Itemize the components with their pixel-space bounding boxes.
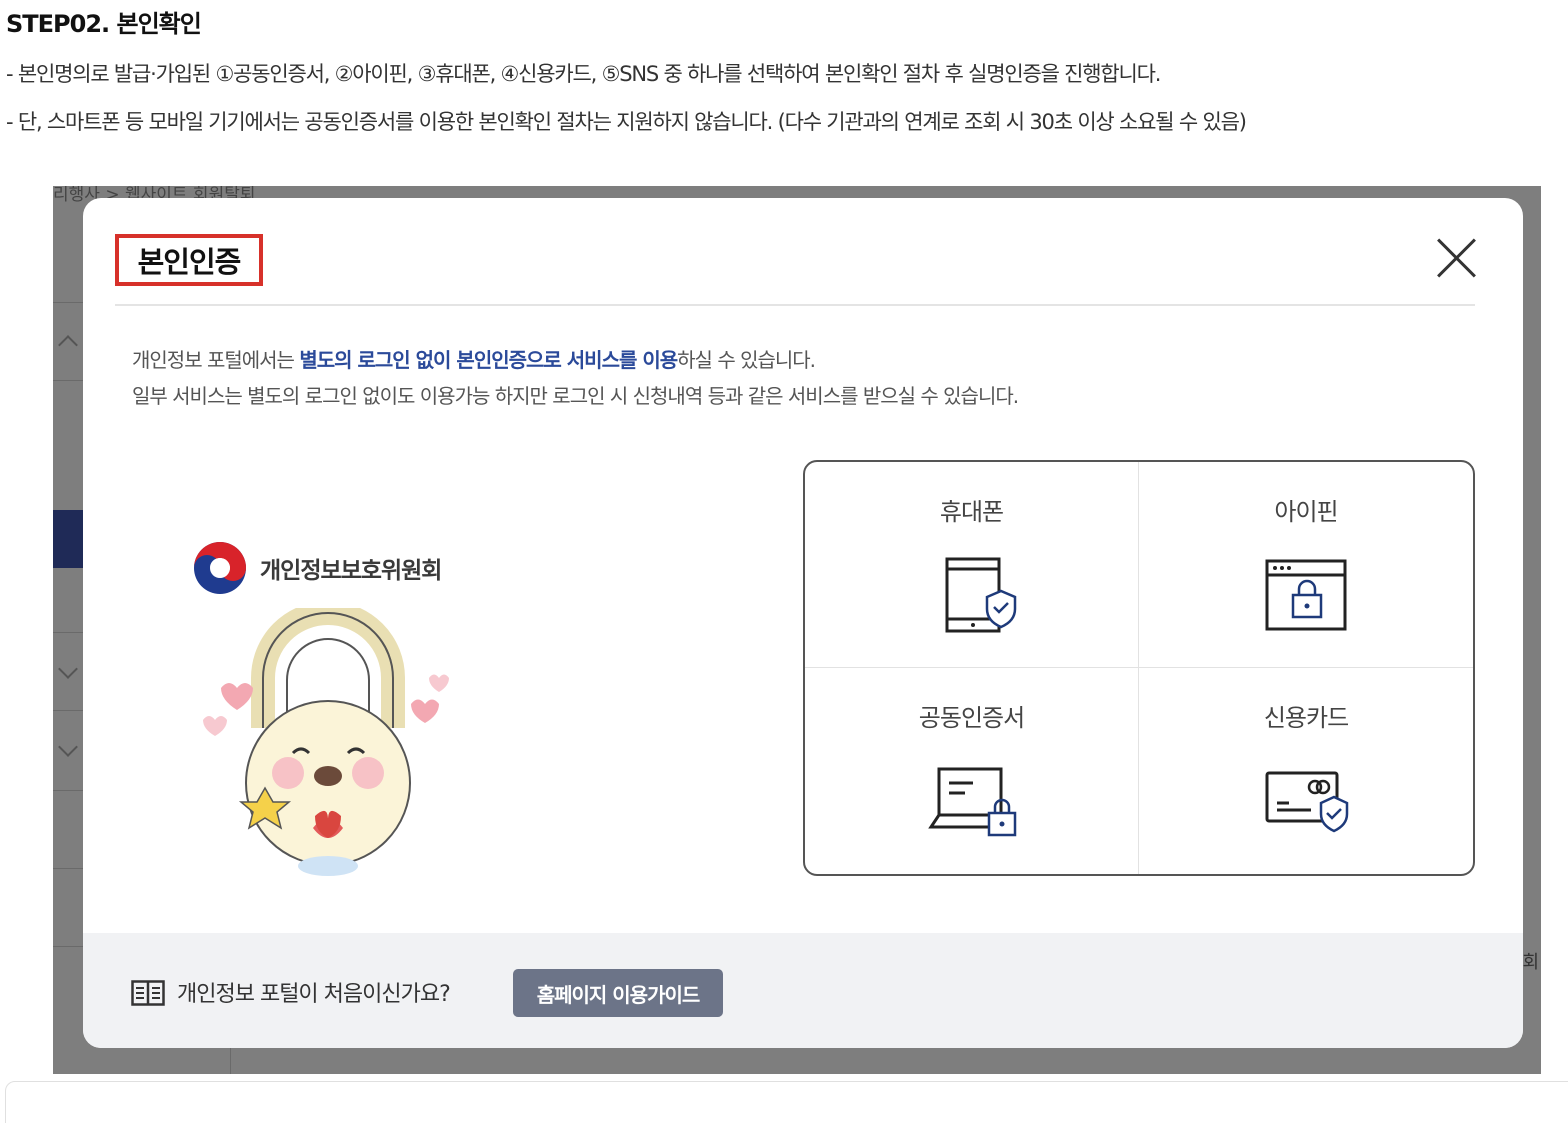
sidebar-divider bbox=[53, 710, 83, 711]
auth-options-grid: 휴대폰 아이핀 공동인증서 신용카드 bbox=[803, 460, 1475, 876]
chevron-up-icon[interactable] bbox=[58, 335, 78, 355]
modal-title: 본인인증 bbox=[137, 245, 242, 279]
close-icon[interactable] bbox=[1435, 236, 1479, 280]
logo-text: 개인정보보호위원회 bbox=[260, 558, 442, 584]
auth-modal: 본인인증 개인정보 포털에서는 별도의 로그인 없이 본인인증으로 서비스를 이… bbox=[83, 198, 1523, 1048]
step-description-1: - 본인명의로 발급·가입된 ①공동인증서, ②아이핀, ③휴대폰, ④신용카드… bbox=[6, 62, 1161, 86]
intro-line-1: 개인정보 포털에서는 별도의 로그인 없이 본인인증으로 서비스를 이용하실 수… bbox=[132, 344, 816, 373]
option-ipin[interactable]: 아이핀 bbox=[1139, 462, 1473, 668]
card-shield-icon bbox=[1265, 771, 1349, 833]
option-credit-card[interactable]: 신용카드 bbox=[1139, 668, 1473, 874]
screenshot-frame: 리행사 > 웹사이트 회원탈퇴 |회 본인인증 개인정보 포털에서는 별도의 로… bbox=[53, 186, 1541, 1074]
chevron-down-icon[interactable] bbox=[58, 737, 78, 757]
homepage-guide-button[interactable]: 홈페이지 이용가이드 bbox=[513, 969, 723, 1017]
option-label: 공동인증서 bbox=[918, 704, 1025, 732]
option-mobile[interactable]: 휴대폰 bbox=[805, 462, 1139, 668]
sidebar-active-item[interactable] bbox=[53, 510, 83, 568]
option-label: 아이핀 bbox=[1274, 498, 1338, 526]
lock-mascot-illustration bbox=[203, 608, 449, 876]
background-divider bbox=[230, 1046, 231, 1074]
book-icon bbox=[131, 980, 165, 1006]
intro-highlight: 별도의 로그인 없이 본인인증으로 서비스를 이용 bbox=[299, 348, 678, 372]
intro-line-2: 일부 서비스는 별도의 로그인 없이도 이용가능 하지만 로그인 시 신청내역 … bbox=[132, 384, 1019, 408]
sidebar-divider bbox=[53, 380, 83, 381]
step-title: STEP02. 본인확인 bbox=[6, 10, 202, 38]
sidebar-divider bbox=[53, 868, 83, 869]
intro-text: 개인정보 포털에서는 bbox=[132, 348, 300, 372]
pipc-logo: 개인정보보호위원회 bbox=[192, 540, 442, 596]
mobile-shield-icon bbox=[945, 557, 1016, 633]
chevron-down-icon[interactable] bbox=[58, 659, 78, 679]
sidebar-divider bbox=[53, 632, 83, 633]
modal-divider bbox=[115, 304, 1475, 306]
option-certificate[interactable]: 공동인증서 bbox=[805, 668, 1139, 874]
modal-footer: 개인정보 포털이 처음이신가요? 홈페이지 이용가이드 bbox=[83, 933, 1523, 1048]
bottom-content-box bbox=[5, 1081, 1568, 1123]
browser-lock-icon bbox=[1265, 559, 1347, 631]
sidebar-divider bbox=[53, 946, 83, 947]
first-visit-question: 개인정보 포털이 처음이신가요? bbox=[177, 982, 451, 1007]
sidebar-divider bbox=[53, 790, 83, 791]
taegeuk-logo-icon bbox=[194, 542, 246, 594]
laptop-lock-icon bbox=[927, 767, 1016, 837]
option-label: 휴대폰 bbox=[939, 498, 1004, 526]
sidebar-divider bbox=[53, 302, 83, 303]
intro-text: 하실 수 있습니다. bbox=[677, 348, 816, 372]
option-label: 신용카드 bbox=[1263, 704, 1349, 732]
step-description-2: - 단, 스마트폰 등 모바일 기기에서는 공동인증서를 이용한 본인확인 절차… bbox=[6, 110, 1247, 134]
modal-title-highlight: 본인인증 bbox=[115, 234, 263, 286]
